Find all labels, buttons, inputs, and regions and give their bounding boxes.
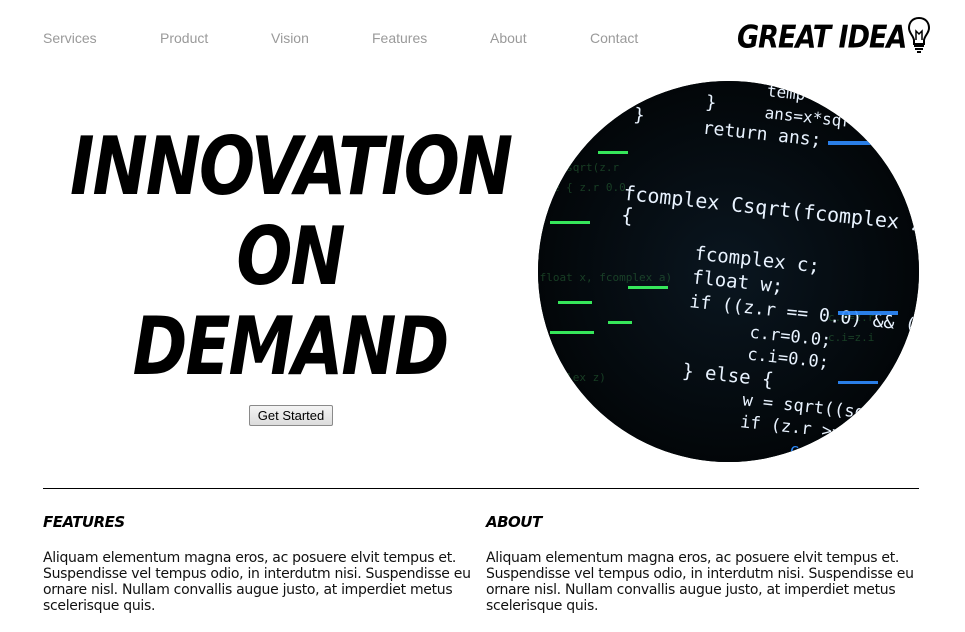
nav-link-features[interactable]: Features: [372, 30, 490, 46]
nav-link-services[interactable]: Services: [43, 30, 160, 46]
code-line: }: [633, 104, 646, 126]
green-code-glint: [550, 331, 594, 334]
bg-code-text: fcomplex z): [538, 371, 606, 384]
features-body: Aliquam elementum magna eros, ac posuere…: [43, 550, 471, 614]
get-started-button[interactable]: Get Started: [249, 405, 333, 426]
code-line: {: [620, 203, 634, 228]
features-heading: FEATURES: [43, 513, 125, 531]
code-line: c.r=0: [789, 439, 839, 462]
hero-title-line-3: DEMAND: [132, 299, 450, 394]
green-code-glint: [628, 286, 668, 289]
section-divider: [43, 488, 919, 489]
green-code-glint: [558, 301, 592, 304]
blue-code-glint: [838, 311, 898, 315]
nav-link-vision[interactable]: Vision: [271, 30, 372, 46]
green-code-glint: [598, 151, 628, 154]
nav-link-about[interactable]: About: [490, 30, 590, 46]
bg-code-text: sqrt(sqrt(z.r: [538, 161, 619, 174]
bg-code-text: (float x, fcomplex a): [538, 271, 672, 284]
green-code-glint: [550, 221, 590, 224]
brand-logo[interactable]: GREAT IDEA: [737, 16, 931, 59]
hero-title: INNOVATION ON DEMAND: [70, 119, 513, 393]
lightbulb-icon: [908, 16, 931, 59]
green-code-glint: [558, 141, 584, 144]
hero-code-image: sqrt(sqrt(z.r else { z.r 0.0 (float x, f…: [538, 81, 919, 462]
nav-link-product[interactable]: Product: [160, 30, 271, 46]
about-body: Aliquam elementum magna eros, ac posuere…: [486, 550, 914, 614]
about-section: ABOUT Aliquam elementum magna eros, ac p…: [486, 513, 916, 614]
bg-code-text: else { z.r 0.0: [538, 181, 626, 194]
code-image-canvas: sqrt(sqrt(z.r else { z.r 0.0 (float x, f…: [538, 81, 919, 462]
green-code-glint: [608, 321, 632, 324]
features-section: FEATURES Aliquam elementum magna eros, a…: [43, 513, 473, 614]
nav-link-contact[interactable]: Contact: [590, 30, 650, 46]
logo-text: GREAT IDEA: [737, 19, 907, 56]
top-nav: Services Product Vision Features About C…: [43, 30, 650, 46]
about-heading: ABOUT: [486, 513, 542, 531]
code-line: }: [704, 92, 717, 114]
bg-code-text: c.i=z.i: [828, 331, 874, 344]
blue-code-glint: [828, 141, 878, 145]
blue-code-glint: [838, 381, 878, 384]
